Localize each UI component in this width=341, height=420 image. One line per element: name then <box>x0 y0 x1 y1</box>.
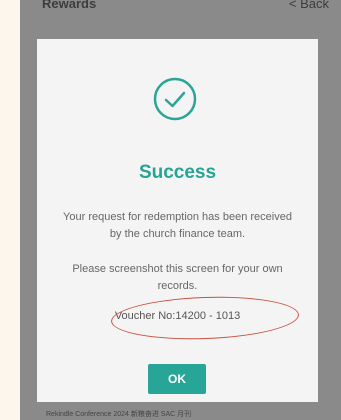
dialog-title: Success <box>138 162 217 183</box>
app-screen: Rewards < Back Success Your request for … <box>20 0 341 420</box>
highlight-circle-annotation <box>110 293 300 343</box>
dialog-instruction: Please screenshot this screen for your o… <box>72 263 283 292</box>
success-dialog: Success Your request for redemption has … <box>37 39 318 402</box>
dialog-message: Your request for redemption has been rec… <box>63 211 292 240</box>
footer-text: Rekindle Conference 2024 新粮奋进 SAC 月刊 <box>46 411 192 418</box>
ok-button[interactable]: OK <box>148 364 206 394</box>
check-circle-icon <box>153 77 197 121</box>
page-title: Rewards <box>42 0 97 11</box>
header-bar: Rewards < Back <box>20 0 341 22</box>
back-link[interactable]: < Back <box>289 0 329 11</box>
